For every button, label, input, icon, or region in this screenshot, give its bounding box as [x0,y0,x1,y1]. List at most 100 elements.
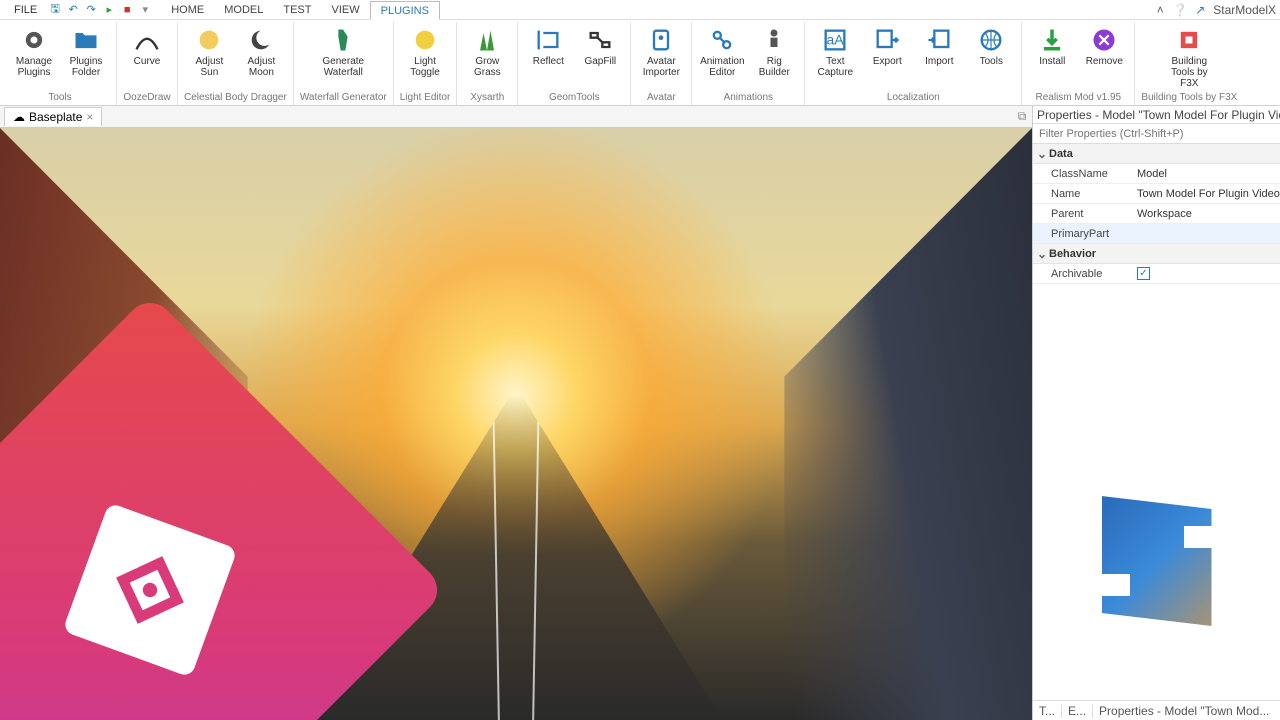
ribbon-group-label: OozeDraw [123,91,170,105]
property-row[interactable]: Archivable ✓ [1033,264,1280,284]
adjust-sun-label: Adjust Sun [187,56,231,78]
property-key: PrimaryPart [1033,228,1133,240]
close-icon[interactable]: × [86,110,93,124]
tools-label: Tools [980,56,1003,67]
property-row[interactable]: NameTown Model For Plugin Video [1033,184,1280,204]
ribbon-group-label: Light Editor [400,91,451,105]
rig-builder-button[interactable]: Rig Builder [750,24,798,80]
qat-more-icon[interactable]: ▾ [137,2,153,18]
generate-waterfall-button[interactable]: Generate Waterfall [319,24,367,80]
svg-text:aA: aA [827,32,845,48]
property-value[interactable]: Model [1133,168,1280,180]
gapfill-button[interactable]: GapFill [576,24,624,69]
plugins-folder-button[interactable]: Plugins Folder [62,24,110,80]
watermark-logo [1033,422,1280,700]
ribbon-group-label: Realism Mod v1.95 [1036,91,1122,105]
manage-plugins-button[interactable]: Manage Plugins [10,24,58,80]
import-label: Import [925,56,953,67]
gapfill-label: GapFill [584,56,616,67]
menu-tab-view[interactable]: VIEW [321,0,369,19]
remove-button[interactable]: Remove [1080,24,1128,69]
properties-bottom-tab[interactable]: T... [1033,704,1062,718]
menu-tab-model[interactable]: MODEL [214,0,273,19]
export-button[interactable]: Export [863,24,911,69]
grow-grass-label: Grow Grass [465,56,509,78]
remove-label: Remove [1086,56,1123,67]
gear-icon [20,26,48,54]
play-icon[interactable]: ▸ [101,2,117,18]
chevron-down-icon: ⌄ [1037,247,1049,261]
grow-grass-button[interactable]: Grow Grass [463,24,511,80]
animedit-icon [708,26,736,54]
property-value[interactable]: Town Model For Plugin Video [1133,188,1280,200]
remove-icon [1090,26,1118,54]
f3x-label: Building Tools by F3X [1167,56,1211,89]
properties-bottom-tab[interactable]: E... [1062,704,1093,718]
overlay-studio-logo [0,380,360,720]
adjust-moon-button[interactable]: Adjust Moon [237,24,285,80]
install-button[interactable]: Install [1028,24,1076,69]
export-label: Export [873,56,902,67]
reflect-label: Reflect [533,56,564,67]
properties-bottom-tab[interactable]: Properties - Model "Town Mod... [1093,704,1280,718]
avatar-importer-button[interactable]: Avatar Importer [637,24,685,80]
property-key: Name [1033,188,1133,200]
cloud-icon: ☁ [13,110,25,124]
duplicate-window-icon[interactable]: ⧉ [1012,109,1032,124]
reflect-button[interactable]: Reflect [524,24,572,69]
adjust-sun-button[interactable]: Adjust Sun [185,24,233,80]
curve-button[interactable]: Curve [123,24,171,69]
tools-button[interactable]: Tools [967,24,1015,69]
properties-filter-input[interactable] [1033,124,1280,143]
light-toggle-button[interactable]: Light Toggle [401,24,449,80]
ribbon-group-label: Animations [724,91,773,105]
redo-icon[interactable]: ↷ [83,2,99,18]
save-icon[interactable]: 🖫 [47,2,63,18]
property-value[interactable]: ✓ [1133,267,1280,280]
stop-icon[interactable]: ■ [119,2,135,18]
file-menu[interactable]: FILE [4,2,47,18]
property-value[interactable]: Workspace [1133,208,1280,220]
quick-access-toolbar: 🖫 ↶ ↷ ▸ ■ ▾ [47,2,153,18]
grass-icon [473,26,501,54]
property-row[interactable]: ClassNameModel [1033,164,1280,184]
menu-tab-plugins[interactable]: PLUGINS [370,1,440,20]
document-tab[interactable]: ☁ Baseplate × [4,107,102,126]
gapfill-icon [586,26,614,54]
ribbon-group-label: Xysarth [470,91,504,105]
collapse-ribbon-icon[interactable]: ˄ [1153,3,1167,17]
menu-tab-home[interactable]: HOME [161,0,214,19]
ribbon-group-label: Waterfall Generator [300,91,387,105]
properties-section-data[interactable]: ⌄Data [1033,144,1280,164]
ribbon-group-label: Celestial Body Dragger [184,91,287,105]
share-icon[interactable]: ↗ [1193,3,1207,17]
ribbon-group-label: Building Tools by F3X [1141,91,1237,105]
properties-title: Properties - Model "Town Model For Plugi… [1037,108,1280,122]
ribbon-group-label: Avatar [647,91,676,105]
curve-label: Curve [134,56,161,67]
download-icon [1038,26,1066,54]
user-name[interactable]: StarModelX [1213,3,1276,17]
property-key: Parent [1033,208,1133,220]
viewport-3d[interactable] [0,128,1032,720]
import-button[interactable]: Import [915,24,963,69]
property-key: ClassName [1033,168,1133,180]
f3x-button[interactable]: Building Tools by F3X [1165,24,1213,91]
adjust-moon-label: Adjust Moon [239,56,283,78]
property-key: Archivable [1033,268,1133,280]
checkbox-icon[interactable]: ✓ [1137,267,1150,280]
text-capture-button[interactable]: aAText Capture [811,24,859,80]
avatar-icon [647,26,675,54]
help-icon[interactable]: ❔ [1173,3,1187,17]
manage-plugins-label: Manage Plugins [12,56,56,78]
property-row[interactable]: ParentWorkspace [1033,204,1280,224]
undo-icon[interactable]: ↶ [65,2,81,18]
properties-section-behavior[interactable]: ⌄Behavior [1033,244,1280,264]
animation-editor-label: Animation Editor [700,56,744,78]
moon-icon [247,26,275,54]
property-row[interactable]: PrimaryPart [1033,224,1280,244]
avatar-importer-label: Avatar Importer [639,56,683,78]
rig-builder-label: Rig Builder [752,56,796,78]
menu-tab-test[interactable]: TEST [273,0,321,19]
animation-editor-button[interactable]: Animation Editor [698,24,746,80]
